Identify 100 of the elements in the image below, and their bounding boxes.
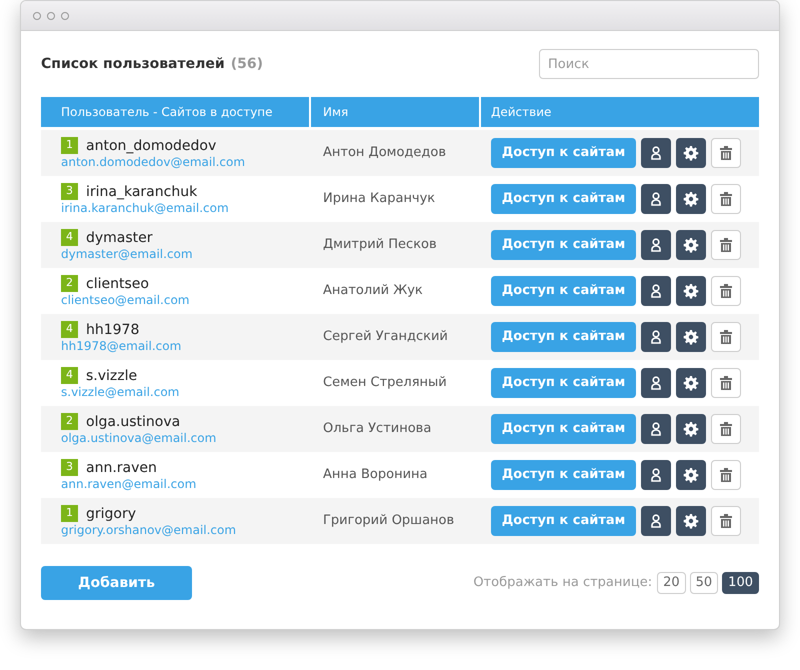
- site-access-button[interactable]: Доступ к сайтам: [491, 460, 636, 490]
- user-login: ann.raven: [86, 458, 157, 476]
- user-icon: [651, 192, 661, 206]
- email-link[interactable]: hh1978@email.com: [61, 338, 182, 354]
- email-link[interactable]: clientseo@email.com: [61, 292, 190, 308]
- site-access-button[interactable]: Доступ к сайтам: [491, 276, 636, 306]
- delete-button[interactable]: [711, 230, 741, 260]
- site-access-button[interactable]: Доступ к сайтам: [491, 322, 636, 352]
- user-name: Анатолий Жук: [322, 282, 424, 300]
- user-icon: [651, 330, 661, 344]
- delete-button[interactable]: [711, 322, 741, 352]
- settings-icon: [683, 237, 699, 253]
- site-access-button[interactable]: Доступ к сайтам: [491, 184, 636, 214]
- trash-icon: [720, 422, 732, 436]
- delete-button[interactable]: [711, 184, 741, 214]
- trash-icon: [720, 330, 732, 344]
- settings-button[interactable]: [676, 368, 706, 398]
- user-login: s.vizzle: [86, 366, 138, 384]
- settings-icon: [683, 421, 699, 437]
- site-count-badge: 4: [61, 229, 78, 246]
- settings-icon: [683, 375, 699, 391]
- settings-icon: [683, 513, 699, 529]
- settings-icon: [683, 329, 699, 345]
- settings-button[interactable]: [676, 230, 706, 260]
- email-link[interactable]: olga.ustinova@email.com: [61, 430, 216, 446]
- settings-icon: [683, 145, 699, 161]
- profile-button[interactable]: [641, 138, 671, 168]
- user-name: Григорий Оршанов: [322, 512, 456, 530]
- settings-button[interactable]: [676, 184, 706, 214]
- column-header: Имя: [311, 97, 479, 127]
- trash-icon: [720, 192, 732, 206]
- site-access-button[interactable]: Доступ к сайтам: [491, 230, 636, 260]
- user-count: (56): [230, 54, 263, 74]
- settings-icon: [683, 467, 699, 483]
- site-count-badge: 4: [61, 367, 78, 384]
- page-size-button[interactable]: 50: [690, 572, 718, 594]
- column-header: Пользователь - Сайтов в доступе: [41, 97, 309, 127]
- user-icon: [651, 514, 661, 528]
- add-button[interactable]: Добавить: [41, 566, 192, 600]
- settings-button[interactable]: [676, 506, 706, 536]
- settings-button[interactable]: [676, 138, 706, 168]
- delete-button[interactable]: [711, 460, 741, 490]
- per-page-label: Отображать на странице:: [473, 574, 652, 592]
- trash-icon: [720, 284, 732, 298]
- profile-button[interactable]: [641, 276, 671, 306]
- page-size-button[interactable]: 100: [722, 572, 759, 594]
- email-link[interactable]: ann.raven@email.com: [61, 476, 196, 492]
- site-count-badge: 1: [61, 505, 78, 522]
- email-link[interactable]: dymaster@email.com: [61, 246, 193, 262]
- user-login: irina_karanchuk: [86, 182, 198, 200]
- user-name: Ольга Устинова: [322, 420, 432, 438]
- site-count-badge: 3: [61, 183, 78, 200]
- site-count-badge: 2: [61, 275, 78, 292]
- profile-button[interactable]: [641, 506, 671, 536]
- user-login: dymaster: [86, 228, 153, 246]
- email-link[interactable]: s.vizzle@email.com: [61, 384, 180, 400]
- settings-icon: [683, 283, 699, 299]
- delete-button[interactable]: [711, 506, 741, 536]
- user-name: Анна Воронина: [322, 466, 428, 484]
- profile-button[interactable]: [641, 230, 671, 260]
- email-link[interactable]: anton.domodedov@email.com: [61, 154, 246, 170]
- user-login: anton_domodedov: [86, 136, 216, 154]
- trash-icon: [720, 376, 732, 390]
- site-access-button[interactable]: Доступ к сайтам: [491, 506, 636, 536]
- user-name: Семен Стреляный: [322, 374, 448, 392]
- user-icon: [651, 284, 661, 298]
- page-size-button[interactable]: 20: [657, 572, 686, 594]
- profile-button[interactable]: [641, 368, 671, 398]
- settings-button[interactable]: [676, 276, 706, 306]
- delete-button[interactable]: [711, 368, 741, 398]
- user-name: Дмитрий Песков: [322, 236, 438, 254]
- trash-icon: [720, 468, 732, 482]
- page-title: Список пользователей: [41, 54, 225, 74]
- profile-button[interactable]: [641, 460, 671, 490]
- user-name: Антон Домодедов: [322, 144, 448, 162]
- delete-button[interactable]: [711, 138, 741, 168]
- user-login: clientseo: [86, 274, 149, 292]
- settings-icon: [683, 191, 699, 207]
- trash-icon: [720, 514, 732, 528]
- email-link[interactable]: grigory.orshanov@email.com: [61, 522, 236, 538]
- delete-button[interactable]: [711, 276, 741, 306]
- settings-button[interactable]: [676, 460, 706, 490]
- site-access-button[interactable]: Доступ к сайтам: [491, 138, 636, 168]
- delete-button[interactable]: [711, 414, 741, 444]
- user-login: hh1978: [86, 320, 140, 338]
- settings-button[interactable]: [676, 322, 706, 352]
- site-count-badge: 1: [61, 137, 78, 154]
- email-link[interactable]: irina.karanchuk@email.com: [61, 200, 229, 216]
- user-icon: [651, 146, 661, 160]
- user-icon: [651, 422, 661, 436]
- settings-button[interactable]: [676, 414, 706, 444]
- site-access-button[interactable]: Доступ к сайтам: [491, 368, 636, 398]
- user-name: Сергей Угандский: [322, 328, 449, 346]
- profile-button[interactable]: [641, 414, 671, 444]
- site-count-badge: 2: [61, 413, 78, 430]
- site-access-button[interactable]: Доступ к сайтам: [491, 414, 636, 444]
- profile-button[interactable]: [641, 322, 671, 352]
- search-field[interactable]: Поиск: [539, 49, 759, 79]
- site-count-badge: 3: [61, 459, 78, 476]
- profile-button[interactable]: [641, 184, 671, 214]
